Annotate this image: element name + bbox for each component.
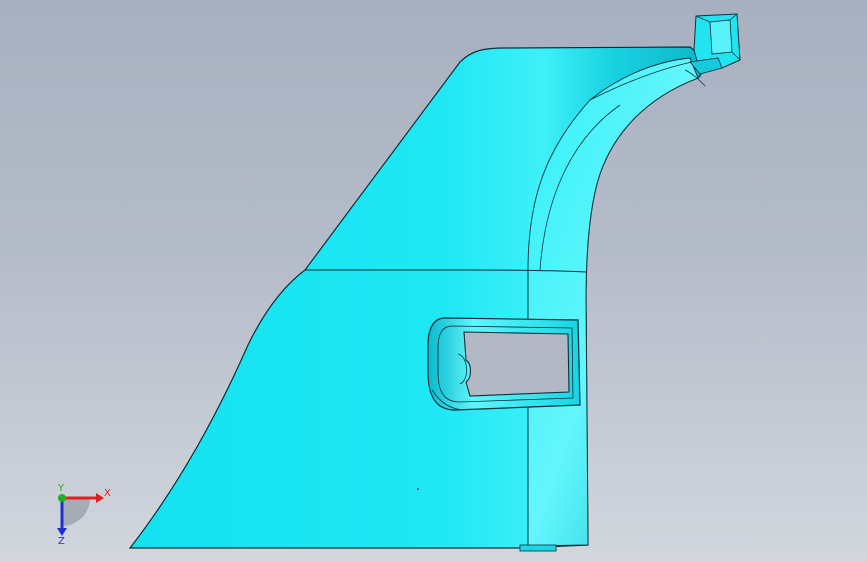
orientation-triad[interactable]: X Y Z (44, 480, 114, 546)
x-arrow-icon (96, 493, 104, 503)
triad-shadow (62, 498, 90, 526)
z-arrow-icon (57, 528, 67, 536)
y-axis-dot (58, 494, 66, 502)
y-axis-label: Y (57, 483, 65, 494)
part-model[interactable] (0, 0, 867, 562)
handle-recess (427, 317, 581, 411)
handle-opening (463, 331, 570, 397)
x-axis-label: X (104, 488, 111, 499)
z-axis-label: Z (58, 536, 65, 546)
bottom-tab (519, 544, 557, 552)
cad-3d-viewport[interactable]: X Y Z (0, 0, 867, 562)
